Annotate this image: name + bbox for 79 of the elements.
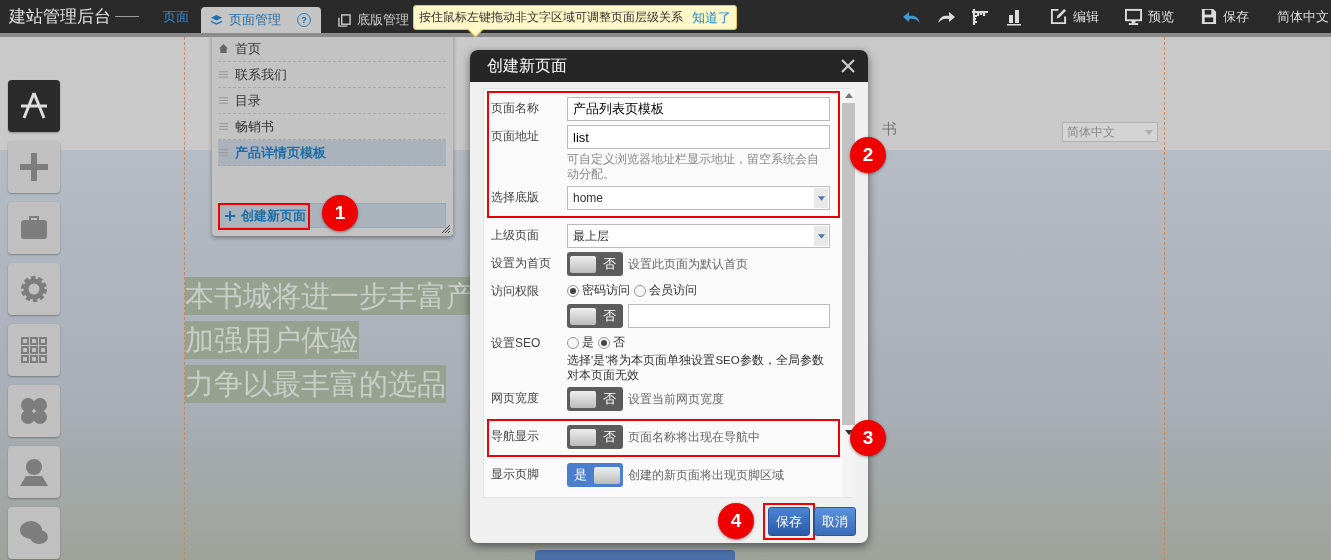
radio-label[interactable]: 是 <box>582 334 594 351</box>
edit-icon[interactable] <box>1050 8 1067 25</box>
radio-label[interactable]: 密码访问 <box>582 282 630 299</box>
field-hint: 选择'是'将为本页面单独设置SEO参数，全局参数对本页面无效 <box>567 353 825 383</box>
save-button[interactable]: 保存 <box>768 507 810 536</box>
user-icon <box>18 456 50 488</box>
drag-handle-icon <box>219 70 228 79</box>
input-field[interactable]: 产品列表页模板 <box>567 97 830 121</box>
cancel-button[interactable]: 取消 <box>814 507 856 536</box>
field-label: 设置为首页 <box>491 255 552 272</box>
dropdown[interactable]: home <box>567 186 830 210</box>
scroll-up-icon[interactable] <box>844 93 853 98</box>
hero-text: 加强用户体验 <box>185 321 359 359</box>
tab[interactable]: 底版管理 <box>329 7 419 33</box>
radio-button[interactable] <box>567 336 579 349</box>
tooltip-text: 按住鼠标左键拖动非文字区域可调整页面层级关系 <box>419 9 683 26</box>
radio-button[interactable] <box>598 336 610 349</box>
page-list-item[interactable]: 首页 <box>218 37 446 62</box>
toggle-switch[interactable]: 否 <box>567 252 623 276</box>
ruler-icon[interactable] <box>970 7 990 26</box>
page-list-item[interactable]: 目录 <box>218 88 446 114</box>
caret-icon <box>817 233 825 239</box>
sidebar-button[interactable] <box>8 80 60 132</box>
field-hint: 创建的新页面将出现页脚区域 <box>628 466 784 484</box>
toggle-switch[interactable]: 是 <box>567 463 623 487</box>
field-label: 导航显示 <box>491 428 540 445</box>
grid-icon <box>18 334 50 366</box>
step-badge: 4 <box>718 503 754 539</box>
language-selector[interactable]: 简体中文 <box>1277 7 1329 26</box>
copy-icon <box>338 13 351 27</box>
scrollbar[interactable] <box>842 89 855 497</box>
toolbar-button[interactable]: 预览 <box>1148 7 1174 26</box>
input-field[interactable]: list <box>567 125 830 149</box>
field-label: 选择底版 <box>491 189 540 206</box>
field-hint: 页面名称将出现在导航中 <box>628 428 760 446</box>
toolbar-button[interactable]: 保存 <box>1223 7 1249 26</box>
nav-link[interactable]: 页面 <box>163 7 189 26</box>
field-hint: 设置此页面为默认首页 <box>628 255 748 273</box>
field-label: 网页宽度 <box>491 390 540 407</box>
radio-label[interactable]: 会员访问 <box>649 282 697 299</box>
scroll-down-icon[interactable] <box>844 430 853 435</box>
radio-button[interactable] <box>634 284 646 297</box>
resize-grip-icon[interactable] <box>442 225 450 233</box>
caret-icon <box>1145 129 1153 135</box>
toggle-switch[interactable]: 否 <box>567 304 623 328</box>
settings-icon <box>18 273 50 305</box>
layers-icon <box>210 13 223 27</box>
hero-text: 力争以最丰富的选品 <box>185 365 446 403</box>
toggle-switch[interactable]: 否 <box>567 387 623 411</box>
drag-handle-icon <box>219 148 228 157</box>
field-label: 访问权限 <box>491 283 540 300</box>
app-title: 建站管理后台 <box>9 6 111 28</box>
toolbar-button[interactable]: 编辑 <box>1073 7 1099 26</box>
field-hint: 可自定义浏览器地址栏显示地址，留空系统会自动分配。 <box>567 152 820 182</box>
dismiss-link[interactable]: 知道了 <box>692 8 731 27</box>
toggle-switch[interactable]: 否 <box>567 425 623 449</box>
input-field[interactable] <box>628 304 830 328</box>
bar-chart-icon[interactable] <box>1004 7 1024 26</box>
drag-handle-icon <box>219 122 228 131</box>
field-label: 设置SEO <box>491 335 542 352</box>
clover-icon <box>18 395 50 427</box>
dialog-title: 创建新页面 <box>487 55 567 76</box>
radio-button[interactable] <box>567 284 579 297</box>
field-label: 上级页面 <box>491 227 540 244</box>
plus-icon <box>225 210 235 221</box>
drag-handle-icon <box>219 96 228 105</box>
field-hint: 设置当前网页宽度 <box>628 390 724 408</box>
radio-label[interactable]: 否 <box>613 334 625 351</box>
plus-icon <box>18 151 50 183</box>
dropdown[interactable]: 最上层 <box>567 224 830 248</box>
step-badge: 1 <box>322 195 358 231</box>
monitor-icon[interactable] <box>1125 8 1142 25</box>
page-list-item[interactable]: 联系我们 <box>218 62 446 88</box>
caret-icon <box>817 195 825 201</box>
home-icon <box>219 44 228 53</box>
close-icon[interactable] <box>841 59 855 73</box>
field-label: 显示页脚 <box>491 466 540 483</box>
field-label: 页面名称 <box>491 100 540 117</box>
field-label: 页面地址 <box>491 128 540 145</box>
